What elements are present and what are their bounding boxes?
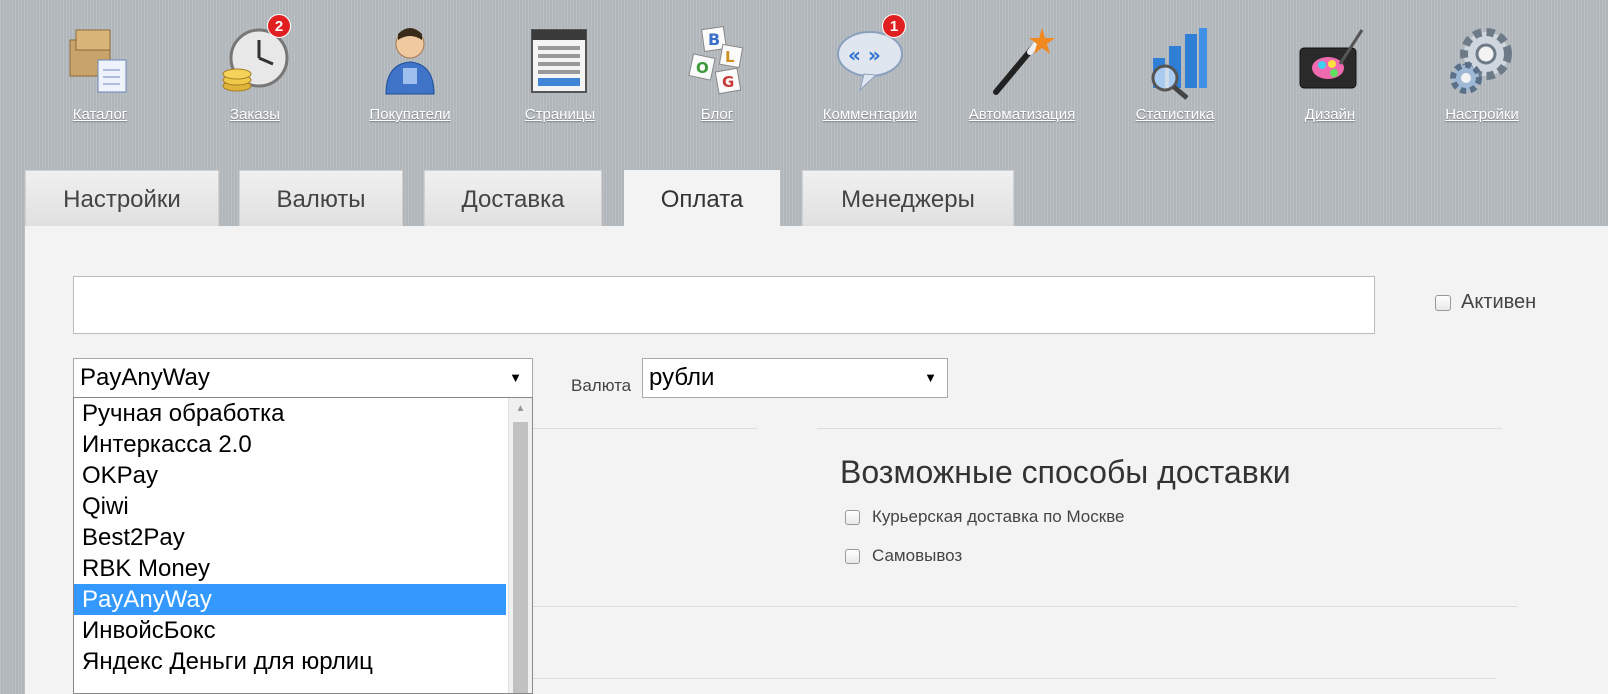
nav-label[interactable]: Дизайн <box>1270 106 1390 123</box>
svg-text:O: O <box>696 59 709 77</box>
checkbox-box[interactable] <box>845 548 860 564</box>
divider <box>817 428 1502 429</box>
dropdown-option[interactable]: Best2Pay <box>74 522 506 553</box>
delivery-option-label: Самовывоз <box>872 546 963 565</box>
payment-module-dropdown-list[interactable]: Ручная обработка Интеркасса 2.0 OKPay Qi… <box>73 397 533 694</box>
svg-text:G: G <box>722 73 734 91</box>
customer-icon <box>370 20 450 100</box>
checkbox-box[interactable] <box>1435 294 1451 311</box>
payment-panel: Активен PayAnyWay ▼ Валюта рубли ▼ Возмо… <box>25 226 1608 694</box>
nav-item-settings[interactable]: Настройки <box>1422 20 1542 123</box>
divider <box>530 606 1517 607</box>
dropdown-option[interactable]: ИнвойсБокс <box>74 615 506 646</box>
dropdown-option[interactable]: Ручная обработка <box>74 398 506 429</box>
orders-clock-icon: 2 <box>215 14 295 100</box>
nav-label[interactable]: Заказы <box>195 106 315 123</box>
dropdown-option[interactable]: Qiwi <box>74 491 506 522</box>
payment-name-input[interactable] <box>73 276 1375 334</box>
nav-label[interactable]: Каталог <box>40 106 160 123</box>
delivery-option[interactable]: Курьерская доставка по Москве <box>845 507 1125 527</box>
currency-label: Валюта <box>571 376 632 395</box>
nav-label[interactable]: Страницы <box>500 106 620 123</box>
dropdown-option[interactable]: Яндекс Деньги для юрлиц <box>74 646 506 677</box>
payment-module-value: PayAnyWay <box>80 364 210 391</box>
catalog-icon <box>60 20 140 100</box>
tab-delivery[interactable]: Доставка <box>424 170 602 226</box>
active-label: Активен <box>1461 291 1537 313</box>
nav-label[interactable]: Покупатели <box>350 106 470 123</box>
nav-item-pages[interactable]: Страницы <box>500 20 620 123</box>
nav-item-customers[interactable]: Покупатели <box>350 20 470 123</box>
scrollbar-thumb[interactable] <box>513 422 528 693</box>
dropdown-arrow-icon: ▼ <box>924 370 937 385</box>
comments-badge: 1 <box>882 14 906 38</box>
delivery-option-label: Курьерская доставка по Москве <box>872 507 1125 526</box>
divider <box>530 428 757 429</box>
dropdown-scrollbar[interactable]: ▲ <box>508 398 532 693</box>
currency-value: рубли <box>649 364 715 391</box>
dropdown-option[interactable]: OKPay <box>74 460 506 491</box>
tab-managers[interactable]: Менеджеры <box>802 170 1014 226</box>
divider <box>530 678 1496 679</box>
nav-label[interactable]: Настройки <box>1422 106 1542 123</box>
nav-label[interactable]: Автоматизация <box>962 106 1082 123</box>
dropdown-option-selected[interactable]: PayAnyWay <box>74 584 506 615</box>
payment-module-select[interactable]: PayAnyWay ▼ <box>73 358 533 398</box>
tab-payment[interactable]: Оплата <box>624 170 780 228</box>
tab-currencies[interactable]: Валюты <box>239 170 403 226</box>
statistics-icon <box>1135 20 1215 100</box>
delivery-option[interactable]: Самовывоз <box>845 546 962 566</box>
design-icon <box>1290 20 1370 100</box>
magic-wand-icon <box>982 20 1062 100</box>
nav-item-comments[interactable]: « » 1 Комментарии <box>810 14 930 123</box>
nav-label[interactable]: Блог <box>657 106 777 123</box>
nav-item-orders[interactable]: 2 Заказы <box>195 14 315 123</box>
dropdown-option[interactable]: Интеркасса 2.0 <box>74 429 506 460</box>
svg-text:L: L <box>725 48 735 66</box>
currency-select[interactable]: рубли ▼ <box>642 358 948 398</box>
svg-text:« »: « » <box>848 43 881 67</box>
dropdown-arrow-icon: ▼ <box>509 370 522 385</box>
active-checkbox[interactable]: Активен <box>1435 291 1536 314</box>
tab-settings[interactable]: Настройки <box>25 170 219 226</box>
nav-item-blog[interactable]: BLOG Блог <box>657 20 777 123</box>
delivery-methods-title: Возможные способы доставки <box>840 454 1291 490</box>
scroll-up-icon[interactable]: ▲ <box>509 398 532 420</box>
svg-text:B: B <box>708 30 720 49</box>
top-navigation: Каталог 2 Заказы Покупатели Страницы BLO… <box>0 0 1608 160</box>
pages-icon <box>520 20 600 100</box>
nav-item-catalog[interactable]: Каталог <box>40 20 160 123</box>
blog-icon: BLOG <box>677 20 757 100</box>
nav-label[interactable]: Комментарии <box>810 106 930 123</box>
settings-gear-icon <box>1442 20 1522 100</box>
nav-item-automation[interactable]: Автоматизация <box>962 20 1082 123</box>
orders-badge: 2 <box>267 14 291 38</box>
nav-label[interactable]: Статистика <box>1115 106 1235 123</box>
nav-item-statistics[interactable]: Статистика <box>1115 20 1235 123</box>
comments-icon: « » 1 <box>830 14 910 100</box>
dropdown-option[interactable]: RBK Money <box>74 553 506 584</box>
nav-item-design[interactable]: Дизайн <box>1270 20 1390 123</box>
checkbox-box[interactable] <box>845 509 860 525</box>
